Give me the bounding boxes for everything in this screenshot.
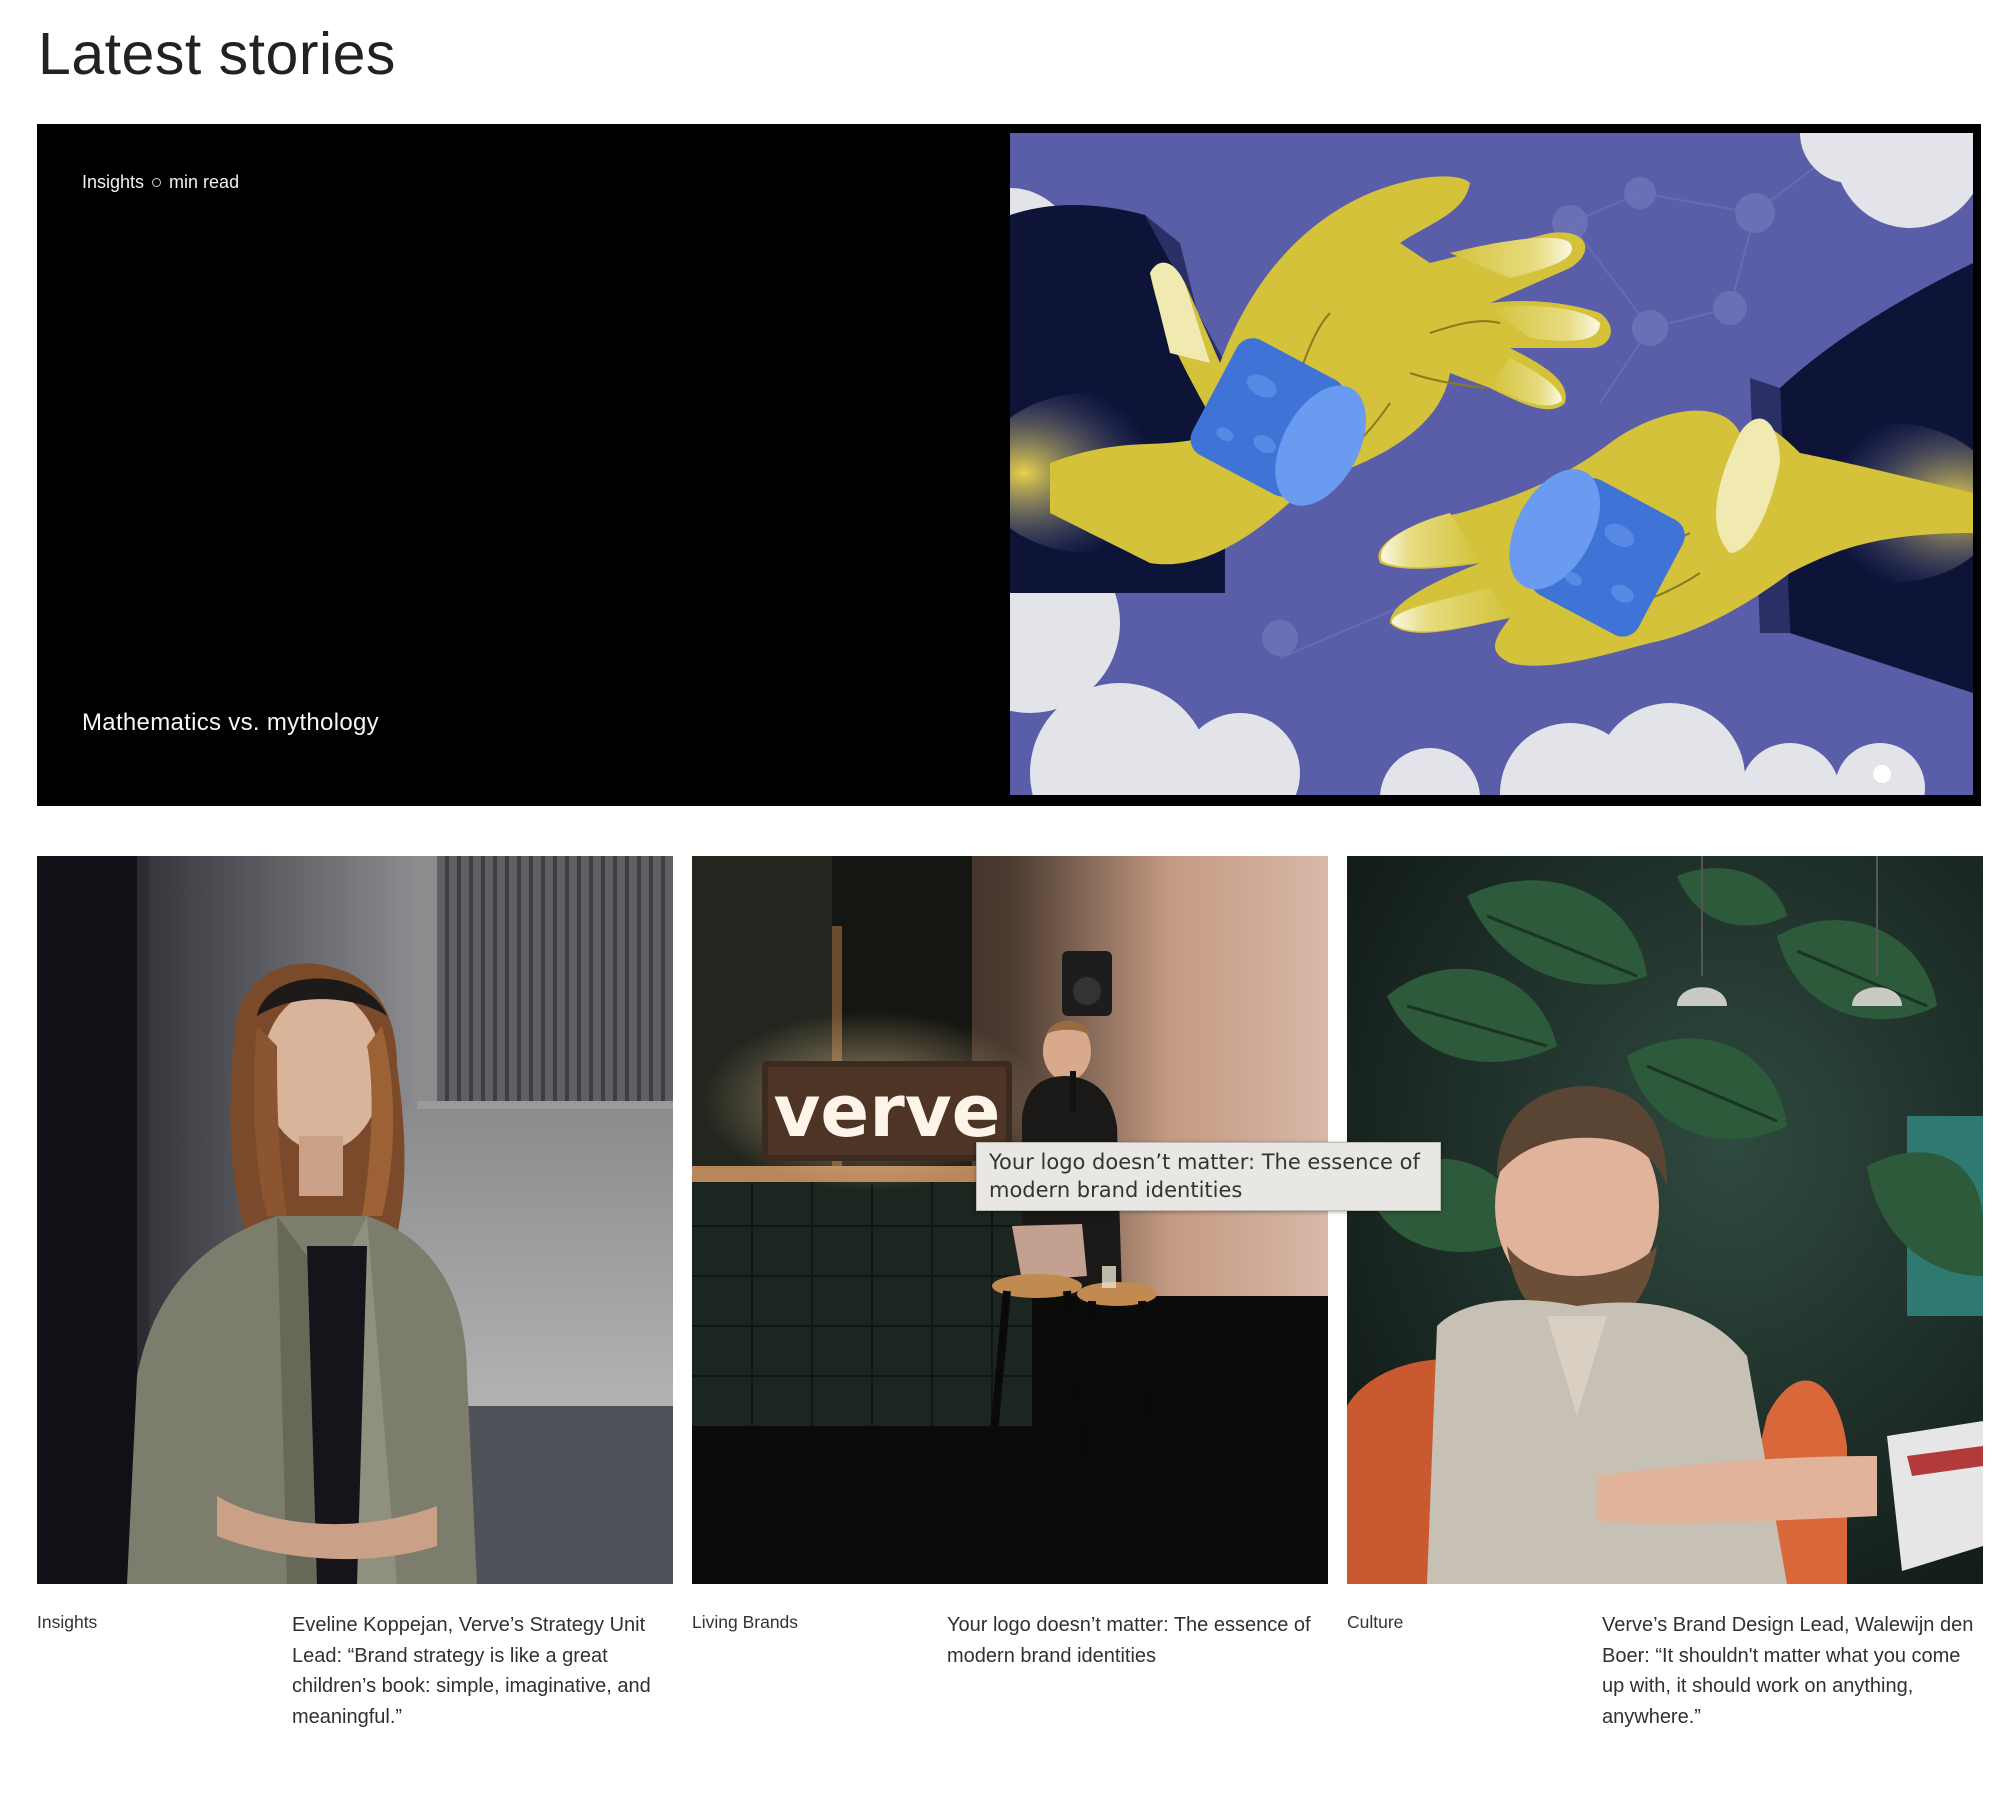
tooltip: Your logo doesn’t matter: The essence of… [976,1142,1441,1211]
story-category[interactable]: Insights [37,1612,97,1633]
story-category[interactable]: Culture [1347,1612,1403,1633]
separator-dot-icon [152,178,162,187]
story-card-caption: Insights Eveline Koppejan, Verve’s Strat… [37,1584,673,1728]
story-card-image[interactable]: verve [692,856,1328,1584]
story-title[interactable]: Eveline Koppejan, Verve’s Strategy Unit … [292,1610,677,1732]
story-card[interactable]: verve Living Brands Your logo doesn’t ma… [692,856,1328,1724]
story-card-image[interactable] [37,856,673,1584]
story-title[interactable]: Verve’s Brand Design Lead, Walewijn den … [1602,1610,1987,1732]
featured-story-meta: Insights min read [82,172,239,193]
featured-story-card[interactable]: Insights min read Mathematics vs. mythol… [37,124,1981,806]
page-title: Latest stories [38,21,396,87]
story-title[interactable]: Your logo doesn’t matter: The essence of… [947,1610,1332,1671]
story-card-caption: Culture Verve’s Brand Design Lead, Walew… [1347,1584,1983,1728]
featured-story-illustration[interactable] [1010,133,1973,795]
story-card[interactable]: Insights Eveline Koppejan, Verve’s Strat… [37,856,673,1728]
story-card[interactable]: Culture Verve’s Brand Design Lead, Walew… [1347,856,1983,1728]
featured-story-read-time: min read [169,172,240,192]
featured-story-category: Insights [82,172,145,192]
verve-sign-text: verve [773,1069,1000,1153]
featured-story-title[interactable]: Mathematics vs. mythology [82,709,379,737]
story-card-image[interactable] [1347,856,1983,1584]
story-card-caption: Living Brands Your logo doesn’t matter: … [692,1584,1328,1724]
story-category[interactable]: Living Brands [692,1612,798,1633]
